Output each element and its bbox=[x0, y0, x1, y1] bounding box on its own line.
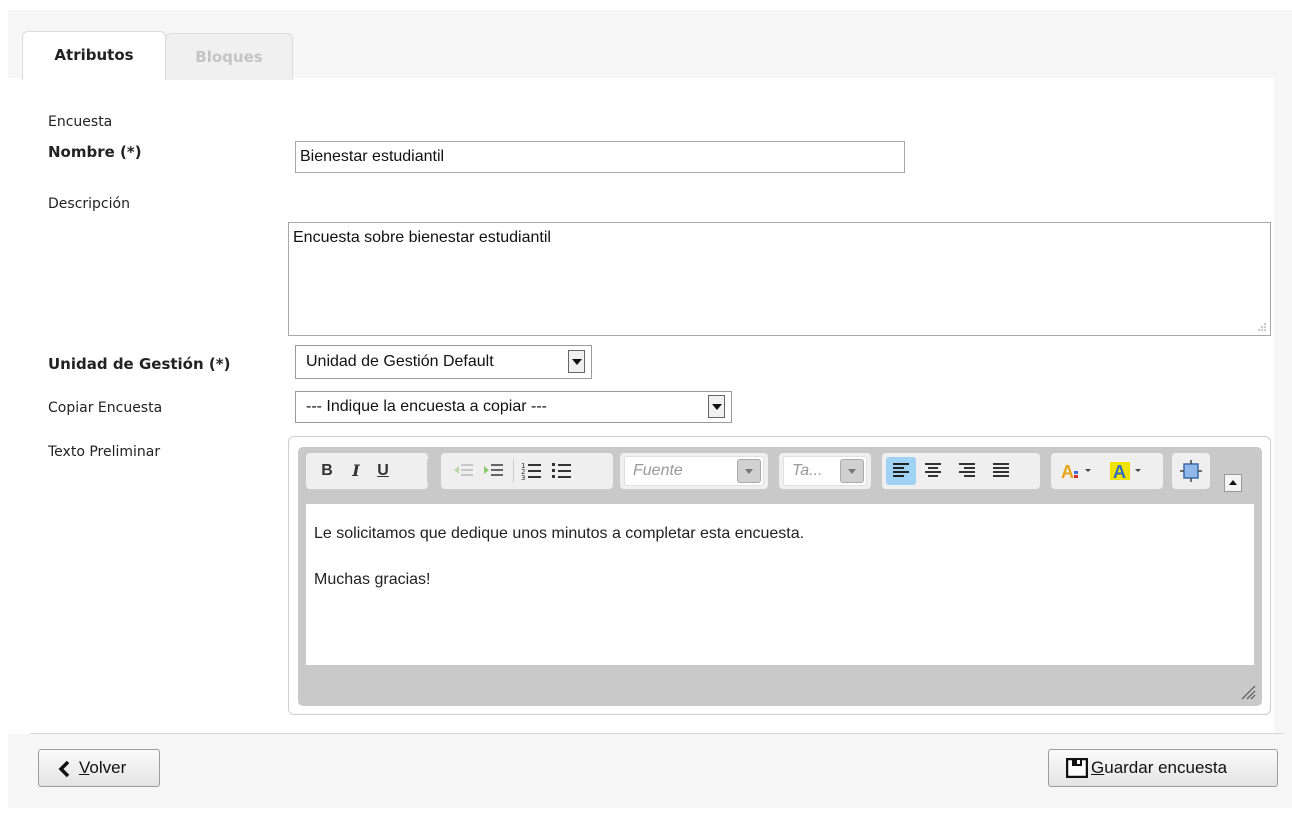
chevron-down-icon[interactable] bbox=[568, 350, 585, 373]
editor-paragraph: Muchas gracias! bbox=[314, 571, 431, 588]
unidad-select-value: Unidad de Gestión Default bbox=[306, 353, 494, 370]
svg-text:A: A bbox=[1113, 462, 1126, 482]
numbered-list-icon[interactable]: 1 2 3 bbox=[519, 459, 545, 483]
copiar-label: Copiar Encuesta bbox=[48, 400, 163, 416]
tab-bloques[interactable]: Bloques bbox=[165, 33, 293, 80]
section-label: Encuesta bbox=[48, 114, 113, 130]
bold-button[interactable]: B bbox=[314, 459, 340, 483]
editor-paragraph: Le solicitamos que dedique unos minutos … bbox=[314, 525, 805, 542]
toolbar-group-lists: 1 2 3 bbox=[441, 453, 613, 489]
descripcion-textarea[interactable]: Encuesta sobre bienestar estudiantil bbox=[288, 222, 1271, 336]
volver-label: olver bbox=[89, 758, 127, 777]
descripcion-text: Encuesta sobre bienestar estudiantil bbox=[293, 229, 551, 246]
footer-separator bbox=[30, 733, 1284, 734]
toolbar-group-align bbox=[882, 453, 1040, 489]
unidad-label: Unidad de Gestión (*) bbox=[48, 355, 231, 373]
copiar-select[interactable]: --- Indique la encuesta a copiar --- bbox=[295, 391, 732, 423]
size-combo-placeholder: Ta... bbox=[792, 462, 823, 479]
highlight-color-icon[interactable]: A bbox=[1109, 459, 1145, 483]
chevron-down-icon[interactable] bbox=[840, 459, 864, 483]
collapse-toolbar-button[interactable] bbox=[1224, 474, 1242, 492]
underline-button[interactable]: U bbox=[370, 459, 396, 483]
nombre-input[interactable]: Bienestar estudiantil bbox=[295, 141, 905, 173]
align-center-icon[interactable] bbox=[920, 459, 946, 483]
italic-button[interactable]: I bbox=[343, 459, 369, 483]
svg-text:3: 3 bbox=[521, 474, 525, 482]
toolbar-group-colors: A A bbox=[1051, 453, 1163, 489]
texto-preliminar-label: Texto Preliminar bbox=[48, 444, 161, 460]
editor-toolbar: B I U 1 2 3 Fuente Ta... A A bbox=[298, 447, 1262, 504]
svg-text:A: A bbox=[1061, 462, 1074, 482]
maximize-icon[interactable] bbox=[1178, 459, 1204, 483]
nombre-label: Nombre (*) bbox=[48, 143, 142, 161]
align-left-icon[interactable] bbox=[888, 459, 914, 483]
size-combo[interactable]: Ta... bbox=[783, 456, 867, 486]
bulleted-list-icon[interactable] bbox=[549, 459, 575, 483]
resize-handle-icon[interactable] bbox=[1240, 684, 1256, 700]
guardar-encuesta-button[interactable]: Guardar encuesta bbox=[1048, 749, 1278, 787]
font-combo[interactable]: Fuente bbox=[624, 456, 764, 486]
guardar-accel: G bbox=[1091, 758, 1105, 777]
save-icon bbox=[1066, 758, 1088, 778]
copiar-select-value: --- Indique la encuesta a copiar --- bbox=[306, 398, 547, 415]
indent-icon[interactable] bbox=[481, 459, 507, 483]
descripcion-label: Descripción bbox=[48, 196, 130, 212]
guardar-label: uardar encuesta bbox=[1104, 758, 1228, 777]
chevron-left-icon bbox=[58, 760, 70, 778]
chevron-down-icon[interactable] bbox=[708, 395, 725, 418]
rich-text-editor: B I U 1 2 3 Fuente Ta... A A Le solicita… bbox=[298, 447, 1262, 706]
resize-grip-icon[interactable] bbox=[1257, 322, 1267, 332]
align-justify-icon[interactable] bbox=[988, 459, 1014, 483]
text-color-icon[interactable]: A bbox=[1059, 459, 1095, 483]
editor-content[interactable]: Le solicitamos que dedique unos minutos … bbox=[306, 504, 1254, 665]
volver-button[interactable]: Volver bbox=[38, 749, 160, 787]
font-combo-placeholder: Fuente bbox=[633, 462, 683, 479]
toolbar-group-size: Ta... bbox=[779, 453, 871, 489]
align-right-icon[interactable] bbox=[954, 459, 980, 483]
volver-accel: V bbox=[79, 758, 90, 777]
chevron-down-icon[interactable] bbox=[737, 459, 761, 483]
toolbar-group-font: Fuente bbox=[620, 453, 768, 489]
chevron-up-icon bbox=[1229, 480, 1237, 485]
outdent-icon[interactable] bbox=[451, 459, 477, 483]
unidad-select[interactable]: Unidad de Gestión Default bbox=[295, 345, 592, 379]
toolbar-group-tools bbox=[1172, 453, 1210, 489]
tab-atributos[interactable]: Atributos bbox=[22, 31, 166, 80]
toolbar-group-basic: B I U bbox=[306, 453, 428, 489]
